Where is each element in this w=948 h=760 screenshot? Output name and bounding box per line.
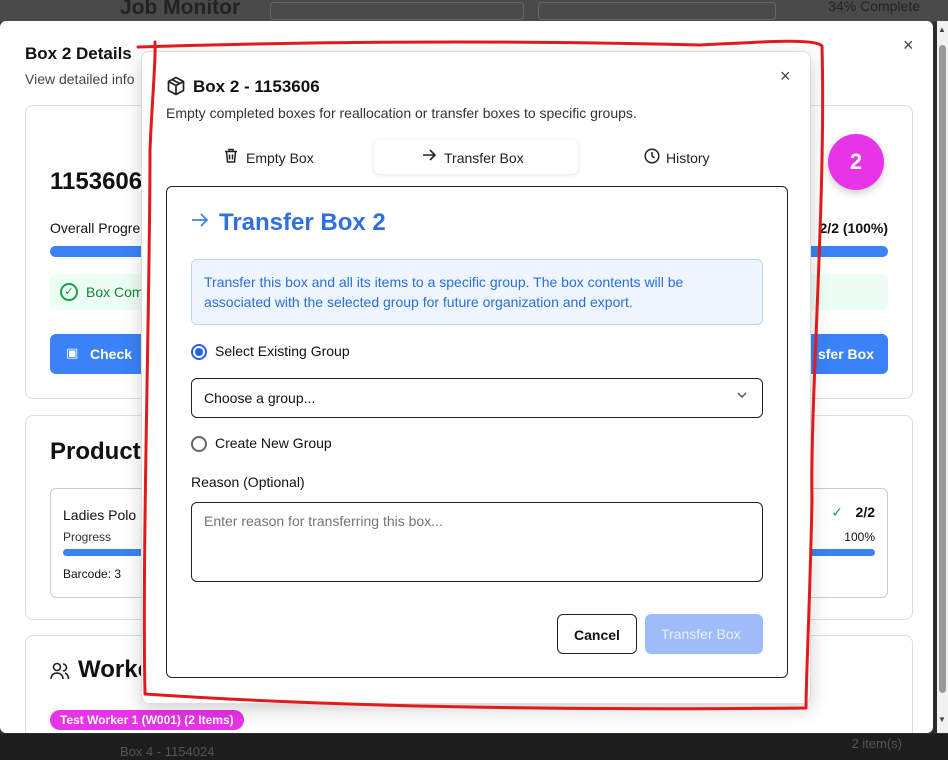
dialog-subtitle: Empty completed boxes for reallocation o… — [166, 105, 637, 121]
cancel-button[interactable]: Cancel — [557, 614, 637, 654]
transfer-box-button-label: sfer Box — [817, 346, 874, 362]
background-footer-right: 2 item(s) — [851, 736, 902, 751]
tab-label: Empty Box — [246, 150, 314, 166]
tab-label: Transfer Box — [444, 150, 524, 166]
background-footer-text: Box 4 - 1154024 — [120, 744, 215, 759]
product-count: 2/2 — [855, 504, 875, 520]
transfer-submit-button[interactable]: Transfer Box — [645, 614, 763, 654]
check-button-label: Check — [90, 346, 133, 362]
radio-label[interactable]: Select Existing Group — [215, 343, 350, 359]
products-title: Product — [50, 438, 141, 465]
product-name: Ladies Polo — [63, 507, 137, 523]
arrow-right-icon — [191, 211, 209, 235]
close-icon[interactable]: × — [903, 35, 914, 56]
dialog-title: Box 2 Details — [25, 44, 132, 63]
background-progress-text: 34% Complete — [828, 0, 920, 14]
box-action-dialog: Box 2 - 1153606 Empty completed boxes fo… — [141, 51, 811, 704]
cancel-button-label: Cancel — [574, 627, 620, 643]
scroll-down-icon[interactable]: ▼ — [938, 715, 946, 724]
reason-textarea[interactable] — [191, 502, 763, 582]
arrow-right-icon — [422, 148, 437, 165]
radio-select-existing-group[interactable] — [191, 344, 207, 360]
overall-progress-label: Overall Progre — [50, 220, 141, 236]
reason-label: Reason (Optional) — [191, 474, 305, 490]
worker-tag[interactable]: Test Worker 1 (W001) (2 Items) — [50, 710, 244, 730]
info-message: Transfer this box and all its items to a… — [191, 259, 763, 325]
action-tabs: Empty Box Transfer Box History — [166, 140, 786, 176]
background-app-title: Job Monitor — [120, 0, 241, 19]
scrollbar-thumb[interactable] — [939, 45, 946, 693]
group-select[interactable]: Choose a group... — [191, 378, 763, 418]
dialog-title: Box 2 - 1153606 — [193, 77, 320, 96]
overall-progress-count: 2/2 (100%) — [819, 220, 888, 236]
clipboard-icon: ▣ — [66, 345, 79, 360]
background-filter-input — [538, 2, 776, 20]
scroll-up-icon[interactable]: ▲ — [938, 25, 946, 34]
radio-create-new-group[interactable] — [191, 436, 207, 452]
chevron-down-icon — [736, 389, 748, 404]
close-icon[interactable]: × — [780, 66, 791, 87]
product-progress-label: Progress — [63, 530, 112, 544]
radio-label[interactable]: Create New Group — [215, 435, 332, 451]
tab-transfer-box[interactable]: Transfer Box — [374, 140, 578, 174]
background-search-input — [270, 2, 524, 20]
status-text: Box Com — [86, 284, 144, 300]
trash-icon — [224, 148, 238, 166]
users-icon — [50, 662, 70, 685]
check-circle-icon: ✓ — [831, 504, 843, 520]
annotation-badge: 2 — [828, 134, 884, 190]
tab-label: History — [666, 150, 710, 166]
tab-history[interactable]: History — [644, 140, 764, 174]
product-barcode: Barcode: 3 — [63, 567, 122, 581]
panel-title: Transfer Box 2 — [219, 209, 386, 236]
workers-title: Worke — [78, 656, 151, 683]
scrollbar[interactable]: ▲ ▼ — [937, 21, 948, 733]
clock-icon — [644, 148, 660, 167]
product-percent: 100% — [844, 530, 875, 544]
package-icon — [166, 76, 186, 96]
group-select-value: Choose a group... — [204, 390, 316, 406]
tab-empty-box[interactable]: Empty Box — [224, 140, 344, 174]
box-number: 1153606 — [50, 168, 143, 195]
check-circle-icon: ✓ — [60, 283, 78, 301]
transfer-box-panel: Transfer Box 2 Transfer this box and all… — [166, 186, 788, 678]
transfer-submit-button-label: Transfer Box — [661, 626, 741, 642]
dialog-subtitle: View detailed info — [25, 71, 135, 87]
